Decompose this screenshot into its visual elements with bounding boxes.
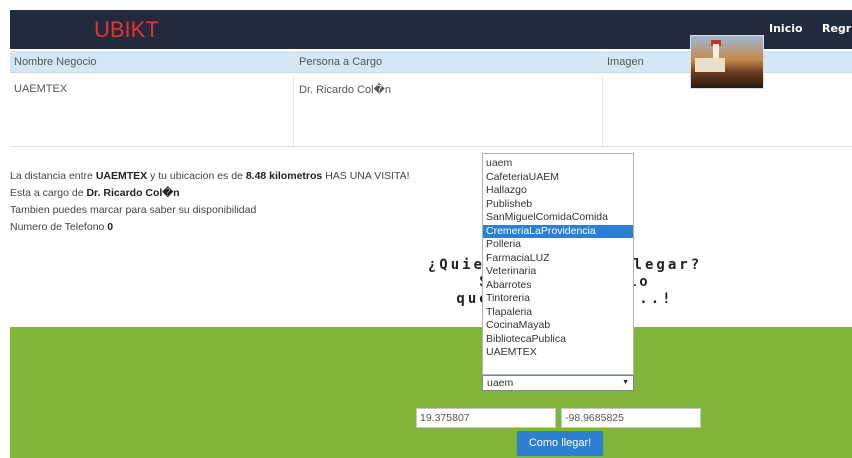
- brand-logo[interactable]: UBIKT: [94, 17, 159, 43]
- dropdown-option[interactable]: uaem: [483, 157, 633, 171]
- nav-link-inicio[interactable]: Inicio: [769, 22, 803, 35]
- chevron-down-icon[interactable]: ▼: [622, 376, 629, 390]
- route-panel: [10, 327, 852, 458]
- header-imagen: Imagen: [607, 56, 644, 68]
- get-directions-button[interactable]: Como llegar!: [517, 431, 603, 456]
- dropdown-option[interactable]: Polleria: [483, 238, 633, 252]
- lighthouse-house: [695, 58, 725, 72]
- distance-info: La distancia entre UAEMTEX y tu ubicacio…: [10, 168, 410, 236]
- business-dropdown-list[interactable]: uaem CafeteriaUAEM Hallazgo Publisheb Sa…: [482, 153, 634, 375]
- dropdown-option[interactable]: Publisheb: [483, 198, 633, 212]
- dropdown-option[interactable]: BibliotecaPublica: [483, 333, 633, 347]
- manager-prefix: Esta a cargo de: [10, 187, 84, 199]
- longitude-input[interactable]: -98.9685825: [561, 408, 701, 428]
- dropdown-option[interactable]: CocinaMayab: [483, 319, 633, 333]
- business-image: [690, 35, 764, 89]
- nav-link-regresar[interactable]: Regr: [822, 22, 851, 35]
- dropdown-option[interactable]: UAEMTEX: [483, 346, 633, 360]
- dropdown-option[interactable]: Abarrotes: [483, 279, 633, 293]
- distance-value: 8.48 kilometros: [245, 170, 323, 182]
- distance-mid: y tu ubicacion es de: [150, 170, 243, 182]
- phone-line: Numero de Telefono 0: [10, 219, 410, 236]
- call-line: Tambien puedes marcar para saber su disp…: [10, 204, 257, 216]
- dropdown-option[interactable]: Tintoreria: [483, 292, 633, 306]
- phone-value: 0: [107, 221, 114, 233]
- dropdown-option[interactable]: CafeteriaUAEM: [483, 171, 633, 185]
- manager-line: Esta a cargo de Dr. Ricardo Col�n: [10, 185, 410, 202]
- dropdown-option[interactable]: Hallazgo: [483, 184, 633, 198]
- cell-persona: Dr. Ricardo Col�n: [299, 84, 391, 96]
- select-value: uaem: [487, 377, 514, 389]
- header-persona-cargo: Persona a Cargo: [299, 56, 383, 68]
- dropdown-option[interactable]: Veterinaria: [483, 265, 633, 279]
- dropdown-option-highlighted[interactable]: CremeriaLaProvidencia: [483, 224, 633, 238]
- manager-name: Dr. Ricardo Col�n: [86, 187, 180, 199]
- distance-suffix: HAS UNA VISITA!: [325, 170, 410, 182]
- distance-line: La distancia entre UAEMTEX y tu ubicacio…: [10, 168, 410, 185]
- dropdown-option[interactable]: FarmaciaLUZ: [483, 252, 633, 266]
- dropdown-option[interactable]: Tlapaleria: [483, 306, 633, 320]
- dropdown-option[interactable]: SanMiguelComidaComida: [483, 211, 633, 225]
- distance-prefix: La distancia entre: [10, 170, 93, 182]
- header-nombre-negocio: Nombre Negocio: [14, 56, 97, 68]
- distance-business: UAEMTEX: [95, 170, 148, 182]
- latitude-input[interactable]: 19.375807: [416, 408, 556, 428]
- cell-negocio: UAEMTEX: [14, 83, 68, 95]
- business-select[interactable]: uaem ▼: [482, 375, 634, 391]
- phone-label: Numero de Telefono: [10, 221, 105, 233]
